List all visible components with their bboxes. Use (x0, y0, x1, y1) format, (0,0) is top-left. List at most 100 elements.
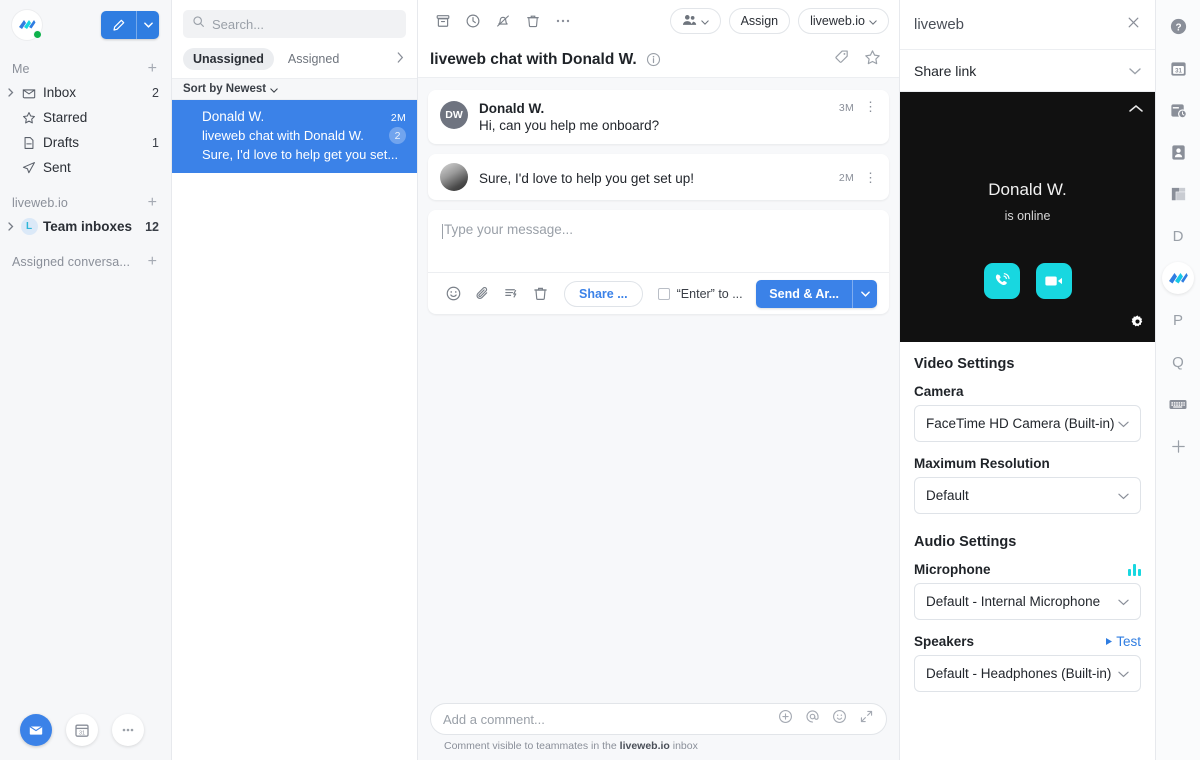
mute-bell-icon[interactable] (488, 6, 518, 36)
send-button-group[interactable]: Send & Ar... (756, 279, 877, 308)
camera-select[interactable]: FaceTime HD Camera (Built-in) (914, 405, 1141, 442)
phone-ring-icon[interactable] (983, 263, 1020, 299)
compose-button-group[interactable] (101, 11, 159, 39)
info-circle-icon[interactable] (646, 52, 661, 67)
more-fab-button[interactable] (112, 714, 144, 746)
sidebar-item-team-inboxes[interactable]: L Team inboxes 12 (0, 214, 171, 239)
conversation-subject: liveweb chat with Donald W. (202, 128, 364, 143)
chevron-down-icon (1118, 415, 1129, 433)
front-app-icon[interactable] (1162, 262, 1194, 294)
sidebar-item-inbox[interactable]: Inbox 2 (0, 80, 171, 105)
checkbox-box[interactable] (657, 287, 670, 300)
filter-unassigned[interactable]: Unassigned (183, 48, 274, 70)
keyboard-icon[interactable] (1162, 388, 1194, 420)
chevron-down-icon[interactable] (1129, 62, 1141, 80)
filter-assigned[interactable]: Assigned (278, 48, 349, 70)
add-app-icon[interactable] (1162, 430, 1194, 462)
resolution-select[interactable]: Default (914, 477, 1141, 514)
chevron-down-icon[interactable] (270, 80, 278, 98)
chevron-up-icon[interactable] (1129, 100, 1143, 118)
emoji-icon[interactable] (440, 281, 466, 307)
app-q-icon[interactable]: Q (1162, 346, 1194, 378)
conversation-toolbar: Assign liveweb.io (418, 0, 899, 42)
sidebar-item-count: 12 (145, 219, 159, 234)
compose-button[interactable] (101, 11, 137, 39)
trash-icon[interactable] (518, 6, 548, 36)
plus-icon[interactable]: + (146, 254, 159, 270)
svg-text:?: ? (1175, 22, 1181, 33)
kanban-icon[interactable] (1162, 178, 1194, 210)
compose-dropdown-caret[interactable] (137, 11, 159, 39)
share-link-row[interactable]: Share link (900, 50, 1155, 92)
sidebar-item-drafts[interactable]: Drafts 1 (0, 130, 171, 155)
right-app-rail: ? 31 D P Q (1156, 0, 1200, 760)
video-participant-name: Donald W. (988, 180, 1067, 199)
mention-icon[interactable] (805, 709, 820, 729)
sidebar-item-sent[interactable]: Sent (0, 155, 171, 180)
inbox-selector-button[interactable]: liveweb.io (798, 8, 889, 34)
search-box[interactable] (183, 10, 406, 38)
comment-actions (778, 709, 874, 729)
plus-icon[interactable]: + (146, 195, 159, 211)
video-camera-icon[interactable] (1035, 263, 1072, 299)
schedule-icon[interactable] (1162, 94, 1194, 126)
send-dropdown-caret[interactable] (853, 280, 877, 308)
star-icon[interactable] (864, 49, 881, 71)
attachment-icon[interactable] (469, 281, 495, 307)
snooze-clock-icon[interactable] (458, 6, 488, 36)
message-input[interactable]: Type your message... (428, 210, 889, 272)
add-circle-icon[interactable] (778, 709, 793, 729)
more-horizontal-icon[interactable] (548, 6, 578, 36)
calendar-fab-button[interactable]: 31 (66, 714, 98, 746)
sidebar-item-label: Team inboxes (43, 219, 133, 234)
sidebar-section-me: Me + Inbox 2 Starred Drafts 1 Sent (0, 58, 171, 180)
expand-icon[interactable] (859, 709, 874, 729)
chevron-right-icon[interactable] (4, 222, 18, 231)
sidebar-section-header: Me + (0, 58, 171, 80)
kebab-menu-icon[interactable]: ⋮ (864, 171, 877, 184)
conversation-time: 2M (390, 112, 406, 124)
emoji-icon[interactable] (832, 709, 847, 729)
conversation-row-top: Donald W. 2M (202, 109, 406, 124)
online-status-dot (33, 30, 42, 39)
composer-toolbar: Share ... “Enter” to ... Send & Ar... (428, 272, 889, 314)
chevron-right-icon[interactable] (4, 88, 18, 97)
trash-icon[interactable] (527, 281, 553, 307)
avatar (440, 163, 468, 191)
microphone-label: Microphone (914, 562, 991, 577)
close-icon[interactable] (1126, 15, 1141, 34)
assignee-picker-button[interactable] (669, 8, 721, 34)
people-icon (682, 14, 697, 29)
svg-text:31: 31 (79, 730, 85, 736)
canned-response-icon[interactable] (498, 281, 524, 307)
share-button[interactable]: Share ... (564, 280, 643, 307)
archive-icon[interactable] (428, 6, 458, 36)
plus-icon[interactable]: + (146, 61, 159, 77)
enter-to-send-checkbox[interactable]: “Enter” to ... (657, 287, 743, 301)
kebab-menu-icon[interactable]: ⋮ (864, 100, 877, 113)
speakers-test-button[interactable]: Test (1105, 634, 1141, 649)
calendar-icon[interactable]: 31 (1162, 52, 1194, 84)
comment-box[interactable] (430, 703, 887, 735)
speakers-select[interactable]: Default - Headphones (Built-in) (914, 655, 1141, 692)
assign-button[interactable]: Assign (728, 8, 791, 34)
help-icon[interactable]: ? (1162, 10, 1194, 42)
tag-icon[interactable] (834, 49, 850, 70)
chevron-right-icon[interactable] (397, 52, 406, 66)
app-p-icon[interactable]: P (1162, 304, 1194, 336)
contact-icon[interactable] (1162, 136, 1194, 168)
sort-bar[interactable]: Sort by Newest (172, 78, 417, 100)
comment-input[interactable] (443, 711, 778, 727)
gear-icon[interactable] (1130, 314, 1145, 334)
comment-note-inbox: liveweb.io (619, 740, 670, 752)
mic-level-icon (1128, 563, 1141, 576)
conversation-list-item[interactable]: Donald W. 2M liveweb chat with Donald W.… (172, 100, 417, 173)
inbox-fab-button[interactable] (20, 714, 52, 746)
search-input[interactable] (212, 16, 397, 32)
send-icon (18, 161, 40, 175)
app-d-icon[interactable]: D (1162, 220, 1194, 252)
send-button[interactable]: Send & Ar... (756, 279, 853, 308)
conversation-filters: Unassigned Assigned (172, 44, 417, 78)
microphone-select[interactable]: Default - Internal Microphone (914, 583, 1141, 620)
sidebar-item-starred[interactable]: Starred (0, 105, 171, 130)
